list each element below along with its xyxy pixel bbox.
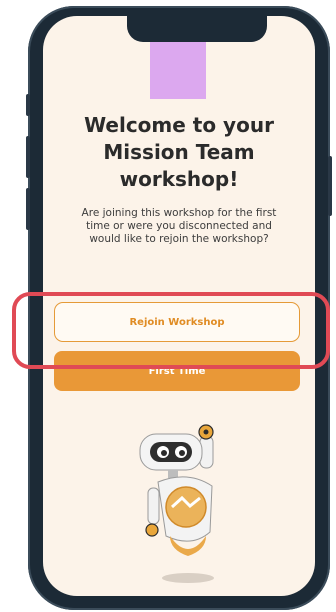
- first-time-button[interactable]: First Time: [54, 351, 300, 391]
- side-button-power: [328, 156, 332, 216]
- robot-mascot-icon: [139, 424, 214, 583]
- phone-notch: [127, 16, 267, 42]
- logo-placeholder: [150, 42, 206, 99]
- rejoin-workshop-button[interactable]: Rejoin Workshop: [54, 302, 300, 342]
- side-button-volume-down: [26, 188, 30, 230]
- first-time-label: First Time: [148, 365, 206, 377]
- side-button-mute: [26, 94, 30, 116]
- side-button-volume-up: [26, 136, 30, 178]
- page-subtitle: Are joining this workshop for the first …: [81, 207, 277, 245]
- app-screen: Welcome to your Mission Team workshop! A…: [43, 16, 315, 596]
- page-title: Welcome to your Mission Team workshop!: [84, 113, 274, 191]
- rejoin-workshop-label: Rejoin Workshop: [129, 316, 225, 328]
